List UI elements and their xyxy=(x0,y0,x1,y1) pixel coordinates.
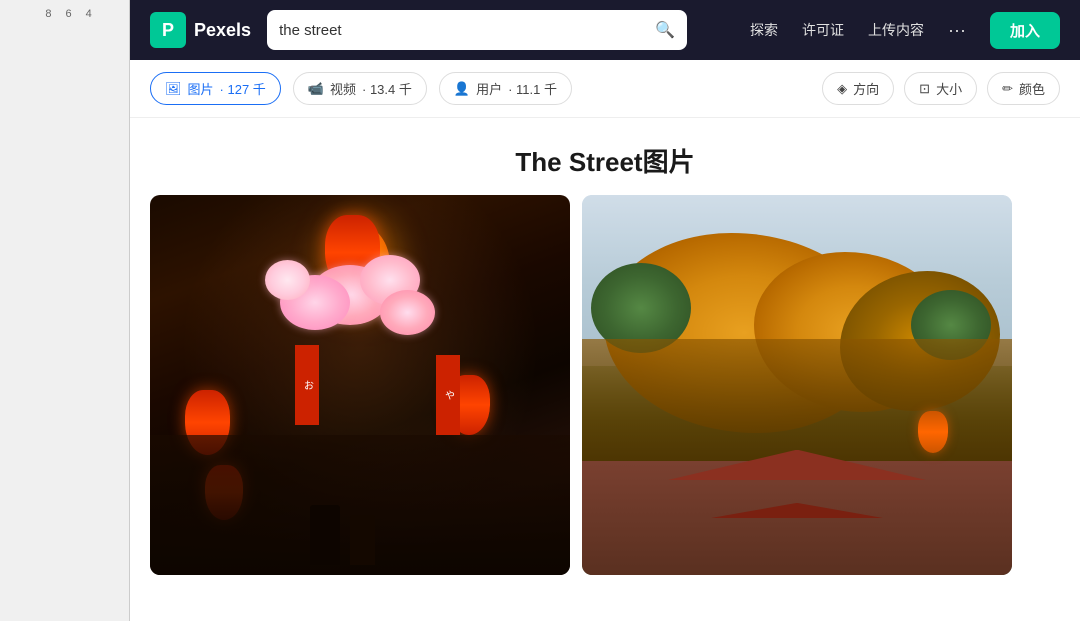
page-title-area: The Street图片 xyxy=(130,118,1080,195)
tab-videos[interactable]: 📹 视频 · 13.4 千 xyxy=(293,72,427,105)
ruler-numbers: 8 6 4 xyxy=(37,8,91,20)
direction-filter[interactable]: ◈ 方向 xyxy=(822,72,894,105)
users-icon: 👤 xyxy=(454,81,470,97)
tab-videos-label: 视频 xyxy=(330,79,356,98)
page-title: The Street图片 xyxy=(130,142,1080,179)
cherry-blossoms xyxy=(260,255,460,385)
person-silhouette xyxy=(310,505,340,565)
tab-users-label: 用户 xyxy=(476,79,502,98)
search-bar: 🔍 xyxy=(267,10,687,50)
tab-photos[interactable]: 🖼 图片 · 127 千 xyxy=(150,72,281,105)
filter-bar: 🖼 图片 · 127 千 📹 视频 · 13.4 千 👤 用户 · 11.1 千… xyxy=(130,60,1080,118)
tab-photos-label: 图片 xyxy=(188,79,214,98)
nav-links: 探索 许可证 上传内容 ··· 加入 xyxy=(750,12,1060,49)
direction-icon: ◈ xyxy=(837,81,847,97)
nav-license[interactable]: 许可证 xyxy=(802,20,844,40)
size-icon: ⊡ xyxy=(919,81,930,97)
size-filter[interactable]: ⊡ 大小 xyxy=(904,72,977,105)
photo-grid: お や xyxy=(130,195,1080,621)
filter-right: ◈ 方向 ⊡ 大小 ✏ 颜色 xyxy=(822,72,1060,105)
color-filter[interactable]: ✏ 颜色 xyxy=(987,72,1060,105)
tab-videos-count: · 13.4 千 xyxy=(362,79,412,98)
ruler: 8 6 4 xyxy=(0,0,130,621)
logo-area[interactable]: P Pexels xyxy=(150,12,251,48)
nav-more[interactable]: ··· xyxy=(948,20,966,41)
tab-users-count: · 11.1 千 xyxy=(508,79,557,98)
photo-card-2[interactable] xyxy=(582,195,1012,575)
videos-icon: 📹 xyxy=(308,81,324,97)
lantern-autumn xyxy=(918,411,948,453)
tab-photos-count: · 127 千 xyxy=(220,79,266,98)
logo-label: Pexels xyxy=(194,20,251,41)
logo-icon: P xyxy=(150,12,186,48)
tab-users[interactable]: 👤 用户 · 11.1 千 xyxy=(439,72,572,105)
photos-icon: 🖼 xyxy=(165,81,182,97)
search-icon[interactable]: 🔍 xyxy=(655,20,675,40)
join-button[interactable]: 加入 xyxy=(990,12,1060,49)
sign-2: や xyxy=(436,355,460,435)
color-icon: ✏ xyxy=(1002,81,1013,97)
nav-upload[interactable]: 上传内容 xyxy=(868,20,924,40)
search-input[interactable] xyxy=(279,22,647,39)
person-silhouette-2 xyxy=(350,515,375,565)
photo-card-1[interactable]: お や xyxy=(150,195,570,575)
sign-1: お xyxy=(295,345,319,425)
navbar: P Pexels 🔍 探索 许可证 上传内容 ··· 加入 xyxy=(130,0,1080,60)
nav-explore[interactable]: 探索 xyxy=(750,20,778,40)
main-wrapper: P Pexels 🔍 探索 许可证 上传内容 ··· 加入 🖼 图片 · 127… xyxy=(130,0,1080,621)
